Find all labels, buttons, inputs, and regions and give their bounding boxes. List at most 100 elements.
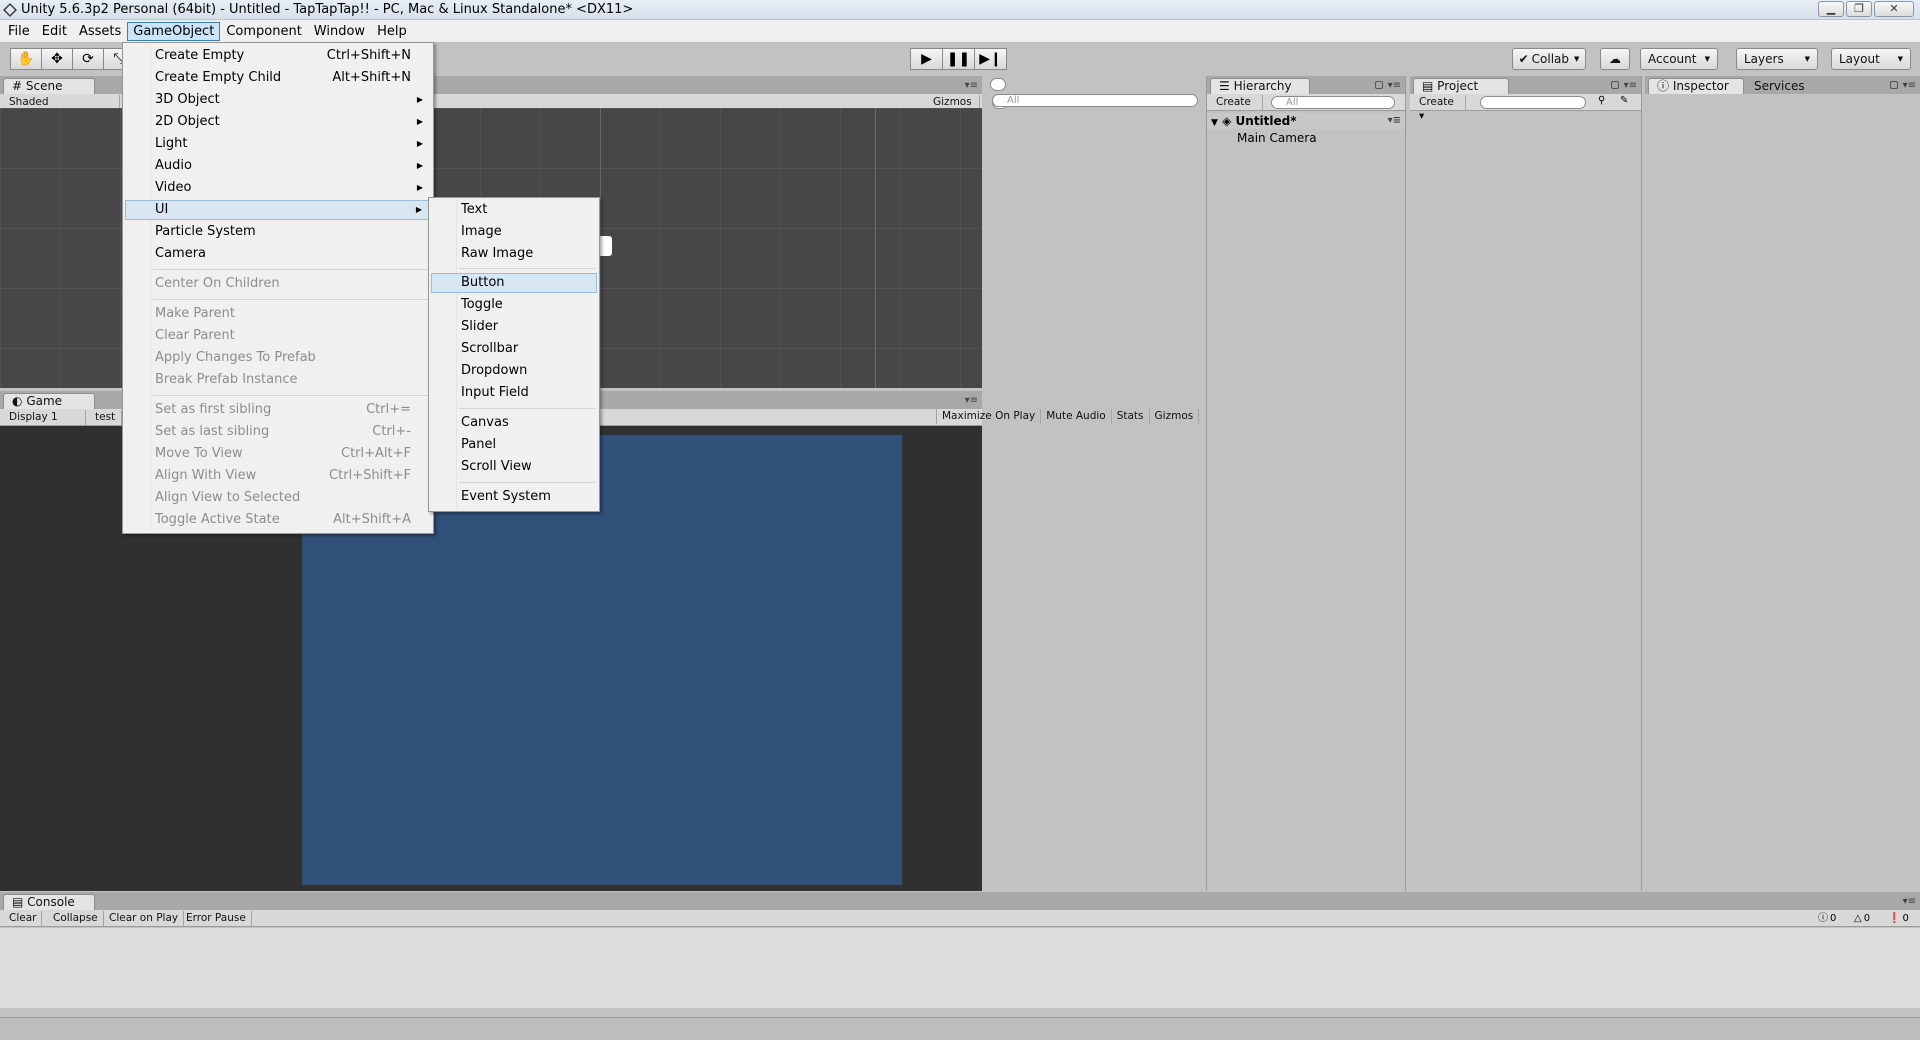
menu-item-set-first-sibling[interactable]: Set as first sibling Ctrl+= (125, 400, 431, 420)
submenu-item-canvas[interactable]: Canvas (431, 413, 597, 433)
submenu-item-raw-image[interactable]: Raw Image (431, 244, 597, 264)
tab-inspector[interactable]: ⓘ Inspector (1648, 78, 1744, 94)
menu-item-2d-object[interactable]: 2D Object ▶ (125, 112, 431, 132)
menu-item-create-empty[interactable]: Create Empty Ctrl+Shift+N (125, 46, 431, 66)
menu-assets[interactable]: Assets (73, 22, 127, 41)
filter-type-icon[interactable]: ⚲ (1598, 95, 1605, 106)
lock-icon[interactable] (1890, 81, 1898, 89)
account-dropdown[interactable]: Account ▼ (1640, 48, 1718, 70)
project-search-input[interactable] (1480, 96, 1586, 109)
scene-search-input[interactable]: All (992, 94, 1198, 107)
menu-item-video[interactable]: Video ▶ (125, 178, 431, 198)
minimize-button[interactable]: ▁ (1818, 1, 1844, 17)
project-create-dropdown[interactable]: Create ▾ (1414, 95, 1466, 122)
menu-item-toggle-active-state[interactable]: Toggle Active State Alt+Shift+A (125, 510, 431, 530)
info-count-toggle[interactable]: ⓘ 0 (1818, 911, 1836, 926)
tab-scene[interactable]: # Scene (3, 78, 95, 94)
mute-audio-toggle[interactable]: Mute Audio (1041, 409, 1112, 424)
menu-item-audio[interactable]: Audio ▶ (125, 156, 431, 176)
step-icon[interactable]: ▶❙ (974, 48, 1007, 70)
hierarchy-search-input[interactable]: All (1271, 96, 1395, 109)
menu-item-clear-parent[interactable]: Clear Parent (125, 326, 431, 346)
menu-item-ui[interactable]: UI ▶ (125, 200, 431, 220)
pause-icon[interactable]: ❚❚ (942, 48, 975, 70)
error-count-toggle[interactable]: ❗ 0 (1888, 911, 1909, 926)
submenu-item-input-field[interactable]: Input Field (431, 383, 597, 403)
hierarchy-create-dropdown[interactable]: Create ▾ (1211, 95, 1263, 122)
menu-file[interactable]: File (2, 22, 36, 41)
menu-item-camera[interactable]: Camera (125, 244, 431, 264)
submenu-item-event-system[interactable]: Event System (431, 487, 597, 507)
menu-item-make-parent[interactable]: Make Parent (125, 304, 431, 324)
menu-item-particle-system[interactable]: Particle System (125, 222, 431, 242)
tab-hierarchy[interactable]: ☰ Hierarchy (1210, 78, 1310, 94)
layers-dropdown[interactable]: Layers ▼ (1736, 48, 1818, 70)
console-log-area[interactable] (0, 928, 1920, 1008)
tab-project[interactable]: ▤ Project (1413, 78, 1509, 94)
panel-menu-icon[interactable]: ▾≡ (965, 396, 978, 406)
stats-toggle[interactable]: Stats (1112, 409, 1150, 424)
warning-count-toggle[interactable]: △ 0 (1854, 911, 1870, 926)
console-collapse-button[interactable]: Collapse (48, 911, 104, 926)
menu-item-apply-changes-to-prefab[interactable]: Apply Changes To Prefab (125, 348, 431, 368)
submenu-item-image[interactable]: Image (431, 222, 597, 242)
menu-gameobject[interactable]: GameObject (127, 21, 221, 41)
panel-menu-icon[interactable]: ▾≡ (1624, 81, 1637, 91)
layout-dropdown[interactable]: Layout ▼ (1831, 48, 1911, 70)
rotate-tool-icon[interactable]: ⟳ (72, 48, 104, 70)
submenu-item-toggle[interactable]: Toggle (431, 295, 597, 315)
menu-item-light[interactable]: Light ▶ (125, 134, 431, 154)
submenu-item-scrollbar[interactable]: Scrollbar (431, 339, 597, 359)
menu-window[interactable]: Window (308, 22, 371, 41)
menu-help[interactable]: Help (371, 22, 413, 41)
submenu-item-slider[interactable]: Slider (431, 317, 597, 337)
menu-edit[interactable]: Edit (36, 22, 73, 41)
play-icon[interactable]: ▶ (910, 48, 943, 70)
submenu-item-button[interactable]: Button (431, 273, 597, 293)
game-gizmos-dropdown[interactable]: Gizmos (1150, 409, 1200, 424)
tab-services[interactable]: Services (1745, 78, 1821, 94)
menu-component[interactable]: Component (220, 22, 307, 41)
panel-menu-icon[interactable]: ▾≡ (965, 81, 978, 91)
menu-item-label: Light (155, 136, 188, 151)
maximize-on-play-toggle[interactable]: Maximize On Play (936, 409, 1042, 424)
hand-tool-icon[interactable]: ✋ (10, 48, 42, 70)
maximize-button[interactable]: ❐ (1846, 1, 1872, 17)
cloud-button[interactable]: ☁ (1600, 48, 1630, 70)
aspect-dropdown[interactable]: test ( (90, 410, 122, 437)
close-button[interactable]: ✕ (1874, 1, 1914, 17)
tab-game[interactable]: ◐ Game (3, 393, 95, 409)
lock-icon[interactable] (1611, 81, 1619, 89)
console-clear-button[interactable]: Clear (4, 911, 43, 926)
console-icon: ▤ (12, 895, 24, 909)
panel-menu-icon[interactable]: ▾≡ (1903, 81, 1916, 91)
chevron-down-icon: ▼ (1574, 55, 1580, 63)
expand-arrow-icon[interactable]: ▼ (1211, 118, 1218, 128)
menu-item-create-empty-child[interactable]: Create Empty Child Alt+Shift+N (125, 68, 431, 88)
menu-item-move-to-view[interactable]: Move To View Ctrl+Alt+F (125, 444, 431, 464)
menu-item-set-last-sibling[interactable]: Set as last sibling Ctrl+- (125, 422, 431, 442)
tab-console[interactable]: ▤ Console (3, 894, 95, 910)
menu-item-center-on-children[interactable]: Center On Children (125, 274, 431, 294)
submenu-item-panel[interactable]: Panel (431, 435, 597, 455)
submenu-item-scroll-view[interactable]: Scroll View (431, 457, 597, 477)
panel-menu-icon[interactable]: ▾≡ (1388, 81, 1401, 91)
camera-gizmo-icon[interactable] (598, 236, 612, 256)
list-item[interactable]: Main Camera (1207, 130, 1405, 146)
scene-menu-icon[interactable]: ▾≡ (1388, 116, 1401, 126)
scene-row[interactable]: ▼ ◈ Untitled* ▾≡ (1207, 113, 1405, 129)
menu-item-align-with-view[interactable]: Align With View Ctrl+Shift+F (125, 466, 431, 486)
submenu-item-text[interactable]: Text (431, 200, 597, 220)
collab-button[interactable]: ✔ Collab ▼ (1512, 48, 1586, 70)
panel-menu-icon[interactable]: ▾≡ (1903, 897, 1916, 907)
lock-icon[interactable] (1375, 81, 1383, 89)
filter-label-icon[interactable]: ✎ (1620, 95, 1628, 106)
display-dropdown[interactable]: Display 1 (4, 410, 86, 425)
console-clear-on-play-button[interactable]: Clear on Play (104, 911, 185, 926)
move-tool-icon[interactable]: ✥ (41, 48, 73, 70)
console-error-pause-button[interactable]: Error Pause (181, 911, 252, 926)
menu-item-break-prefab-instance[interactable]: Break Prefab Instance (125, 370, 431, 390)
submenu-item-dropdown[interactable]: Dropdown (431, 361, 597, 381)
menu-item-align-view-to-selected[interactable]: Align View to Selected (125, 488, 431, 508)
menu-item-3d-object[interactable]: 3D Object ▶ (125, 90, 431, 110)
